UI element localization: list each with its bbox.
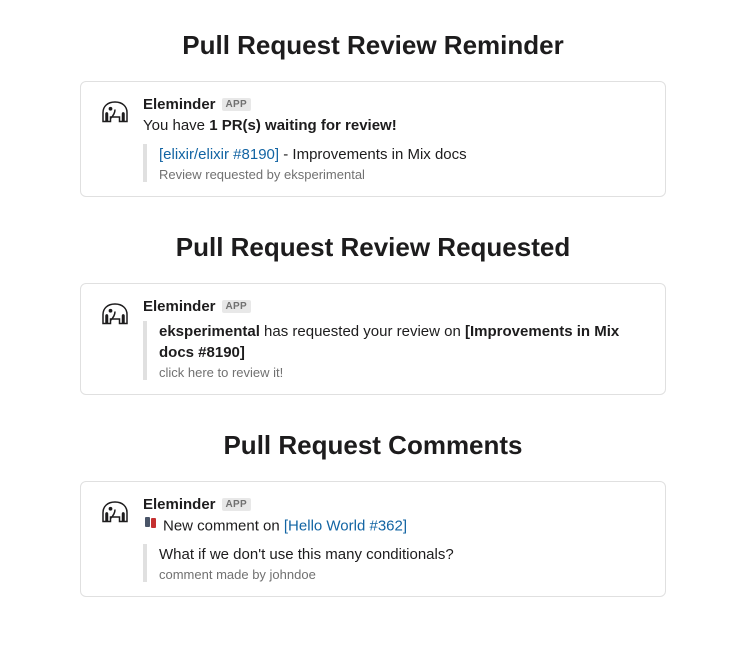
attachment-sub: comment made by johndoe — [159, 567, 649, 582]
section-comments: Pull Request Comments Eleminder APP — [0, 430, 746, 598]
app-badge: APP — [222, 300, 251, 313]
review-link-text: click here to review it! — [159, 365, 283, 380]
app-name: Eleminder — [143, 496, 216, 513]
slack-message: Eleminder APP New comment on [Hello Worl… — [97, 496, 649, 583]
attachment-sub[interactable]: click here to review it! — [159, 365, 649, 380]
body-prefix: New comment on — [163, 517, 284, 534]
app-badge: APP — [222, 98, 251, 111]
pr-link[interactable]: [elixir/elixir #8190] — [159, 146, 279, 163]
section-review-reminder: Pull Request Review Reminder Eleminder A… — [0, 30, 746, 197]
separator: - — [279, 146, 292, 163]
app-badge: APP — [222, 498, 251, 511]
middle-text: has requested your review on — [260, 323, 465, 340]
attachment-sub: Review requested by eksperimental — [159, 167, 649, 182]
message-content: Eleminder APP eksperimental has requeste… — [143, 298, 649, 380]
message-body: You have 1 PR(s) waiting for review! — [143, 115, 649, 138]
pr-link[interactable]: [Hello World #362] — [284, 517, 407, 534]
message-card: Eleminder APP eksperimental has requeste… — [80, 283, 666, 395]
section-review-requested: Pull Request Review Requested Eleminder … — [0, 232, 746, 395]
message-content: Eleminder APP New comment on [Hello Worl… — [143, 496, 649, 583]
message-header: Eleminder APP — [143, 96, 649, 113]
app-avatar — [97, 298, 133, 334]
app-name: Eleminder — [143, 298, 216, 315]
slack-message: Eleminder APP You have 1 PR(s) waiting f… — [97, 96, 649, 182]
message-header: Eleminder APP — [143, 496, 649, 513]
elephant-icon — [97, 298, 133, 334]
section-title: Pull Request Review Reminder — [0, 30, 746, 61]
attachment-main: [elixir/elixir #8190] - Improvements in … — [159, 144, 649, 165]
section-title: Pull Request Comments — [0, 430, 746, 461]
comment-icon — [143, 515, 159, 539]
comment-text: What if we don't use this many condition… — [159, 544, 649, 565]
slack-message: Eleminder APP eksperimental has requeste… — [97, 298, 649, 380]
message-card: Eleminder APP You have 1 PR(s) waiting f… — [80, 81, 666, 197]
message-header: Eleminder APP — [143, 298, 649, 315]
app-avatar — [97, 96, 133, 132]
app-name: Eleminder — [143, 96, 216, 113]
app-avatar — [97, 496, 133, 532]
section-title: Pull Request Review Requested — [0, 232, 746, 263]
body-prefix: You have — [143, 117, 209, 134]
message-attachment: eksperimental has requested your review … — [143, 321, 649, 380]
body-bold: 1 PR(s) waiting for review! — [209, 117, 397, 134]
message-attachment: [elixir/elixir #8190] - Improvements in … — [143, 144, 649, 182]
message-card: Eleminder APP New comment on [Hello Worl… — [80, 481, 666, 598]
elephant-icon — [97, 96, 133, 132]
pr-title: Improvements in Mix docs — [292, 146, 466, 163]
message-content: Eleminder APP You have 1 PR(s) waiting f… — [143, 96, 649, 182]
message-attachment: What if we don't use this many condition… — [143, 544, 649, 582]
message-body: New comment on [Hello World #362] — [143, 515, 649, 539]
requester-name: eksperimental — [159, 323, 260, 340]
elephant-icon — [97, 496, 133, 532]
attachment-main: eksperimental has requested your review … — [159, 321, 649, 363]
